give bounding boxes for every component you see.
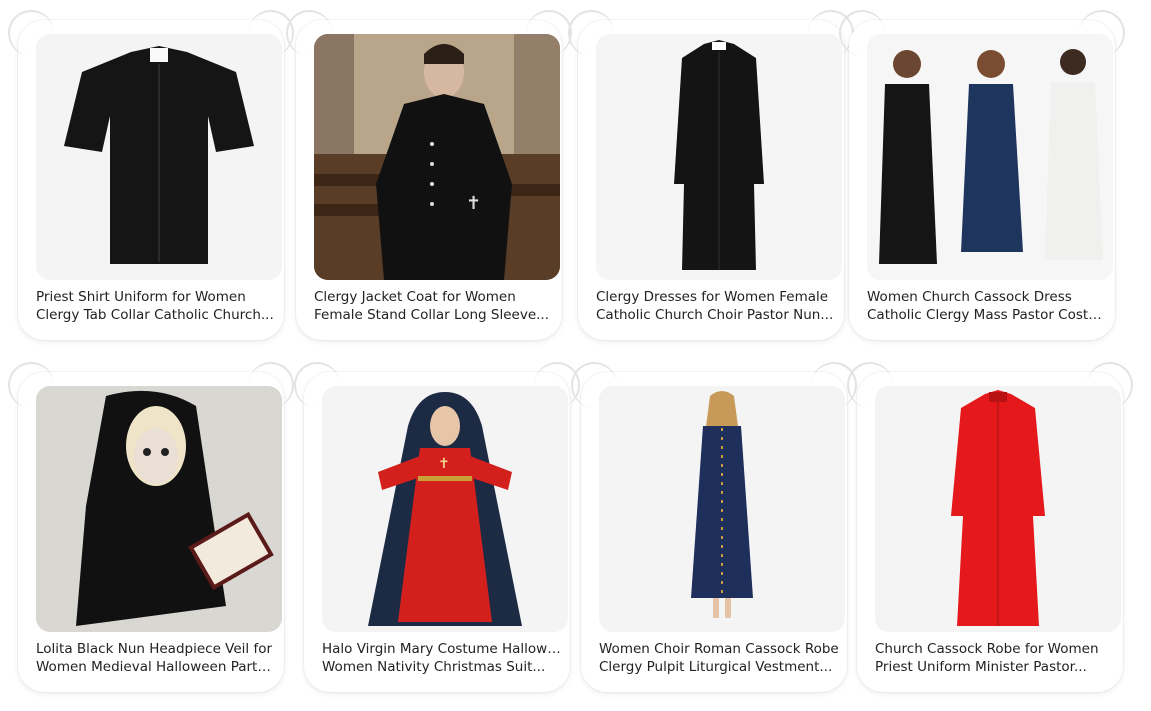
product-image[interactable] bbox=[36, 34, 282, 280]
product-title-line-2: Priest Uniform Minister Pastor... bbox=[875, 659, 1087, 675]
product-image[interactable]: ✝ bbox=[322, 386, 568, 632]
product-title[interactable]: Lolita Black Nun Headpiece Veil for Wome… bbox=[36, 640, 276, 676]
svg-text:✝: ✝ bbox=[438, 456, 450, 472]
product-title-line-2: Catholic Church Choir Pastor Nun... bbox=[596, 307, 834, 323]
product-title-line-2: Clergy Tab Collar Catholic Church... bbox=[36, 307, 274, 323]
product-title-line-1: Women Choir Roman Cassock Robe bbox=[599, 641, 839, 657]
product-title-line-1: Women Church Cassock Dress bbox=[867, 289, 1072, 305]
product-title[interactable]: Women Church Cassock Dress Catholic Cler… bbox=[867, 288, 1107, 324]
product-card-2[interactable]: ✝ Clergy Jacket Coat for Women Female St… bbox=[286, 10, 572, 340]
product-title-line-2: Clergy Pulpit Liturgical Vestment... bbox=[599, 659, 833, 675]
product-title-line-2: Female Stand Collar Long Sleeve... bbox=[314, 307, 550, 323]
product-image[interactable] bbox=[867, 34, 1113, 280]
product-card-6[interactable]: ✝ Halo Virgin Mary Costume Halloween Wom… bbox=[294, 362, 580, 692]
product-image[interactable] bbox=[875, 386, 1121, 632]
product-title[interactable]: Clergy Dresses for Women Female Catholic… bbox=[596, 288, 836, 324]
product-card-7[interactable]: Women Choir Roman Cassock Robe Clergy Pu… bbox=[571, 362, 857, 692]
product-title-line-1: Clergy Jacket Coat for Women bbox=[314, 289, 516, 305]
product-card-4[interactable]: Women Church Cassock Dress Catholic Cler… bbox=[839, 10, 1125, 340]
product-title-line-1: Priest Shirt Uniform for Women bbox=[36, 289, 246, 305]
svg-text:✝: ✝ bbox=[466, 193, 481, 214]
product-image[interactable]: ✝ bbox=[314, 34, 560, 280]
product-image[interactable] bbox=[596, 34, 842, 280]
product-title[interactable]: Women Choir Roman Cassock Robe Clergy Pu… bbox=[599, 640, 839, 676]
virgin-mary-costume-image: ✝ bbox=[322, 386, 568, 632]
product-card-1[interactable]: Priest Shirt Uniform for Women Clergy Ta… bbox=[8, 10, 294, 340]
product-image[interactable] bbox=[36, 386, 282, 632]
product-card-8[interactable]: Church Cassock Robe for Women Priest Uni… bbox=[847, 362, 1133, 692]
product-title[interactable]: Halo Virgin Mary Costume Halloween Women… bbox=[322, 640, 562, 676]
black-clergy-dress-image bbox=[596, 34, 842, 280]
product-title-line-1: Clergy Dresses for Women Female bbox=[596, 289, 829, 305]
red-cassock-robe-image bbox=[875, 386, 1121, 632]
product-image[interactable] bbox=[599, 386, 845, 632]
product-title[interactable]: Priest Shirt Uniform for Women Clergy Ta… bbox=[36, 288, 276, 324]
navy-cassock-image bbox=[599, 386, 845, 632]
product-title[interactable]: Church Cassock Robe for Women Priest Uni… bbox=[875, 640, 1115, 676]
three-women-cassocks-image bbox=[867, 34, 1113, 280]
black-short-sleeve-shirt-image bbox=[36, 34, 282, 280]
product-title-line-2: Catholic Clergy Mass Pastor Costume bbox=[867, 307, 1107, 323]
product-title[interactable]: Clergy Jacket Coat for Women Female Stan… bbox=[314, 288, 554, 324]
product-title-line-2: Women Medieval Halloween Party... bbox=[36, 659, 276, 675]
product-card-3[interactable]: Clergy Dresses for Women Female Catholic… bbox=[568, 10, 854, 340]
product-title-line-1: Halo Virgin Mary Costume Halloween bbox=[322, 641, 562, 657]
product-title-line-1: Church Cassock Robe for Women bbox=[875, 641, 1099, 657]
product-title-line-2: Women Nativity Christmas Suit... bbox=[322, 659, 546, 675]
woman-clergy-jacket-image: ✝ bbox=[314, 34, 560, 280]
product-card-5[interactable]: Lolita Black Nun Headpiece Veil for Wome… bbox=[8, 362, 294, 692]
gothic-nun-image bbox=[36, 386, 282, 632]
product-title-line-1: Lolita Black Nun Headpiece Veil for bbox=[36, 641, 273, 657]
